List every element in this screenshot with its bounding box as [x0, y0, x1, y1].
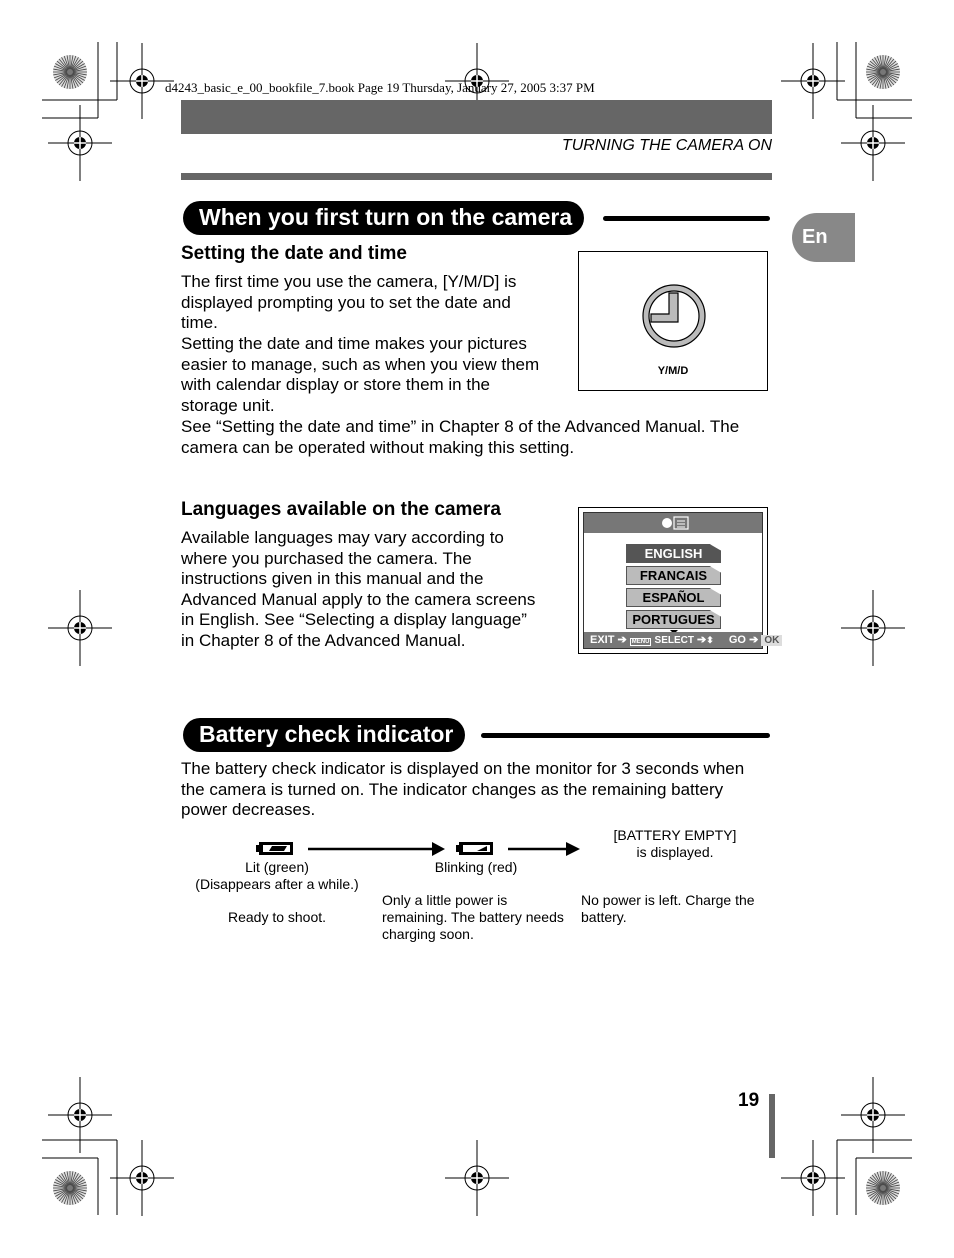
- registration-mark-icon: [110, 1140, 174, 1216]
- registration-mark-icon: [781, 1140, 845, 1216]
- language-screen-illustration: ENGLISH FRANCAIS ESPAÑOL PORTUGUES EXIT …: [578, 507, 783, 654]
- ymd-label: Y/M/D: [657, 365, 689, 377]
- arrow-2-head: [566, 842, 580, 856]
- battery-full-icon: [256, 842, 293, 855]
- heading-rule: [603, 216, 770, 221]
- arrow-icon: ➔: [749, 634, 759, 646]
- language-option: PORTUGUES: [626, 610, 721, 629]
- header-rule: [181, 173, 772, 180]
- registration-mark-icon: [48, 1077, 112, 1153]
- registration-mark-icon: [48, 105, 112, 181]
- battery-state-1-desc: Ready to shoot.: [227, 909, 327, 925]
- language-option: ENGLISH: [626, 544, 721, 563]
- page-number: 19: [738, 1090, 760, 1111]
- language-screen-footer: EXIT ➔ MENU SELECT ➔⬍ GO ➔ OK: [584, 632, 783, 648]
- running-head: TURNING THE CAMERA ON: [561, 137, 772, 154]
- go-label: GO: [728, 634, 746, 646]
- section-heading-battery: Battery check indicator: [183, 718, 770, 752]
- registration-mark-icon: [841, 105, 905, 181]
- starburst-target-icon: [866, 1171, 900, 1205]
- subheading-languages: Languages available on the camera: [181, 499, 501, 520]
- starburst-target-icon: [53, 1171, 87, 1205]
- registration-mark-icon: [48, 590, 112, 666]
- subheading-date-time: Setting the date and time: [181, 243, 407, 264]
- section-title: Battery check indicator: [183, 718, 466, 752]
- section-heading-first-turn-on: When you first turn on the camera: [183, 201, 770, 235]
- arrow-icon: ➔: [697, 634, 707, 646]
- battery-low-icon: [456, 842, 493, 855]
- date-time-paragraph-2: Setting the date and time makes your pic…: [181, 334, 540, 415]
- arrow-1-head: [432, 842, 445, 856]
- ymd-screen-illustration: Y/M/D: [578, 251, 768, 391]
- language-option: ESPAÑOL: [626, 588, 721, 607]
- header-bar: [181, 100, 772, 134]
- heading-rule: [481, 733, 770, 738]
- battery-state-2-label: Blinking (red): [434, 859, 518, 875]
- page-number-bar: [769, 1094, 775, 1158]
- menu-button-icon: MENU: [629, 638, 652, 646]
- battery-state-3-label: [BATTERY EMPTY] is displayed.: [590, 827, 760, 861]
- battery-state-3-desc: No power is left. Charge the battery.: [581, 892, 755, 925]
- state-label: [BATTERY EMPTY]: [613, 827, 737, 843]
- registration-mark-icon: [781, 43, 845, 119]
- date-time-paragraph-3-text: See “Setting the date and time” in Chapt…: [181, 417, 740, 457]
- section-title: When you first turn on the camera: [183, 201, 585, 235]
- starburst-target-icon: [53, 55, 87, 89]
- language-icon: [662, 516, 689, 530]
- select-label: SELECT: [654, 635, 694, 646]
- battery-paragraph: The battery check indicator is displayed…: [181, 759, 745, 820]
- ok-button-icon: OK: [761, 635, 783, 646]
- battery-state-1-label: Lit (green) (Disappears after a while.): [182, 859, 372, 893]
- state-sublabel: is displayed.: [636, 844, 714, 860]
- starburst-target-icon: [866, 55, 900, 89]
- date-time-paragraph-1: The first time you use the camera, [Y/M/…: [181, 272, 517, 333]
- languages-paragraph: Available languages may vary according t…: [181, 528, 536, 650]
- arrow-icon: ➔: [617, 634, 627, 646]
- language-tab: En: [792, 213, 855, 262]
- registration-mark-icon: [445, 1140, 509, 1216]
- registration-mark-icon: [841, 1077, 905, 1153]
- book-file-line: d4243_basic_e_00_bookfile_7.book Page 19…: [165, 80, 595, 95]
- registration-mark-icon: [841, 590, 905, 666]
- state-label: Lit (green): [245, 859, 309, 875]
- battery-state-2-desc: Only a little power is remaining. The ba…: [382, 892, 564, 942]
- date-time-paragraph-3: See “Setting the date and time” in Chapt…: [181, 417, 771, 458]
- updown-icon: ⬍: [706, 635, 714, 645]
- state-sublabel: (Disappears after a while.): [195, 876, 359, 892]
- language-option: FRANCAIS: [626, 566, 721, 585]
- exit-label: EXIT: [590, 634, 615, 646]
- language-screen-header: [584, 513, 762, 533]
